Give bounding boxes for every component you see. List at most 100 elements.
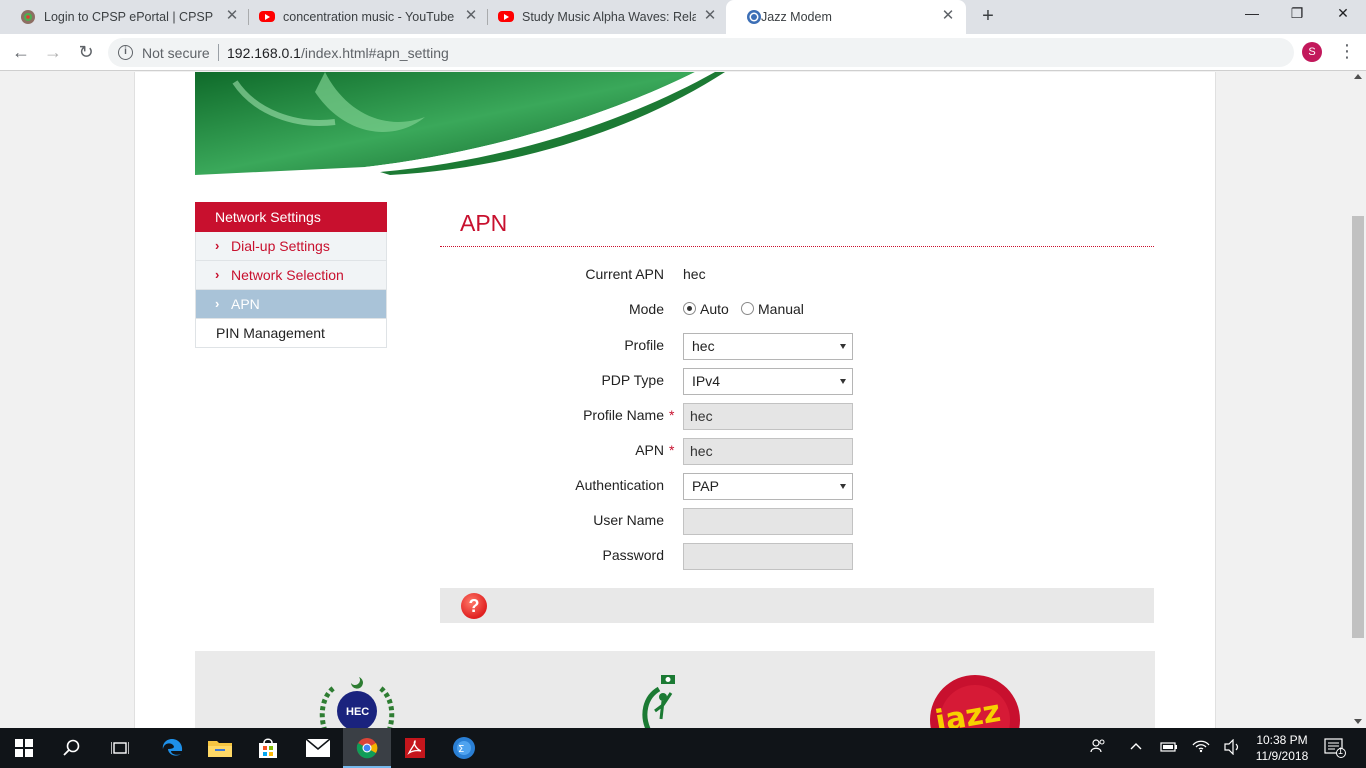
partner-logos-footer: HEC jazz [195, 651, 1155, 728]
close-tab-icon[interactable]: ✕ [702, 8, 718, 24]
chevron-up-icon[interactable] [1129, 739, 1143, 756]
sidebar-item-label: APN [231, 296, 260, 312]
tab-title: concentration music - YouTube [283, 10, 455, 24]
browser-menu-icon[interactable]: ⋮ [1338, 41, 1356, 62]
username-label: User Name [593, 512, 664, 528]
url-path: /index.html#apn_setting [300, 45, 449, 61]
people-icon[interactable] [1090, 738, 1106, 757]
mode-label: Mode [628, 301, 664, 317]
close-tab-icon[interactable]: ✕ [463, 8, 479, 24]
mode-auto-radio[interactable] [683, 302, 696, 315]
system-clock[interactable]: 10:38 PM 11/9/2018 [1254, 732, 1310, 764]
windows-start-icon[interactable] [0, 728, 48, 768]
close-window-icon[interactable]: ✕ [1331, 5, 1355, 25]
mode-row: Mode Auto Manual [440, 296, 1000, 324]
pdp-type-select[interactable]: IPv4 [683, 368, 853, 395]
sidebar-item-network-selection[interactable]: › Network Selection [195, 261, 387, 290]
page-title: APN [460, 210, 508, 236]
tab-youtube-1[interactable]: concentration music - YouTube ✕ [239, 0, 487, 34]
globe-favicon-icon [747, 10, 761, 24]
jazz-logo: jazz [930, 675, 1020, 728]
profile-name-label: Profile Name [583, 407, 664, 423]
profile-select[interactable]: hec [683, 333, 853, 360]
reload-icon[interactable]: ↻ [76, 42, 96, 62]
title-divider [440, 246, 1154, 247]
wifi-icon[interactable] [1192, 739, 1210, 756]
required-asterisk: * [669, 442, 675, 458]
address-divider [218, 44, 219, 61]
sidebar-item-apn[interactable]: › APN [195, 290, 387, 319]
router-page: Network Settings › Dial-up Settings › Ne… [134, 72, 1216, 728]
tab-title: Study Music Alpha Waves: Relaxi [522, 10, 696, 24]
info-icon[interactable]: i [118, 45, 133, 60]
apn-field[interactable]: hec [683, 438, 853, 465]
task-view-icon[interactable] [96, 728, 144, 768]
mode-manual-label[interactable]: Manual [758, 301, 804, 317]
notification-center-icon[interactable]: 1 [1324, 738, 1346, 761]
restore-icon[interactable]: ❐ [1285, 5, 1309, 25]
pdp-type-row: PDP Type IPv4 [440, 368, 1000, 396]
back-arrow-icon[interactable]: ← [11, 42, 31, 62]
page-viewport: Network Settings › Dial-up Settings › Ne… [0, 72, 1350, 728]
youtube-icon [498, 11, 514, 22]
clock-time: 10:38 PM [1256, 733, 1308, 747]
help-bar: ? [440, 588, 1154, 623]
url-text[interactable]: 192.168.0.1/index.html#apn_setting [227, 45, 449, 61]
sidebar-item-pin-management[interactable]: PIN Management [195, 319, 387, 348]
scroll-thumb[interactable] [1352, 216, 1364, 638]
pdp-type-label: PDP Type [601, 372, 664, 388]
url-host: 192.168.0.1 [227, 45, 301, 61]
hec-logo: HEC [319, 677, 395, 728]
help-icon[interactable]: ? [461, 593, 487, 619]
dropdown-arrow-icon [840, 484, 846, 489]
speaker-icon[interactable] [1224, 738, 1242, 758]
authentication-row: Authentication PAP [440, 473, 1000, 501]
sidebar-item-dialup-settings[interactable]: › Dial-up Settings [195, 232, 387, 261]
acrobat-icon[interactable] [391, 728, 439, 768]
tab-cpsp[interactable]: Login to CPSP ePortal | CPSP ✕ [0, 0, 248, 34]
close-tab-icon[interactable]: ✕ [940, 8, 956, 24]
forward-arrow-icon[interactable]: → [43, 42, 63, 62]
battery-icon[interactable] [1160, 740, 1178, 756]
browser-tab-strip: Login to CPSP ePortal | CPSP ✕ concentra… [0, 0, 1366, 34]
security-label[interactable]: Not secure [142, 45, 210, 61]
profile-select-value: hec [692, 338, 715, 354]
username-field[interactable] [683, 508, 853, 535]
new-tab-button[interactable]: + [978, 6, 998, 26]
close-tab-icon[interactable]: ✕ [224, 8, 240, 24]
pakistan-youth-logo [642, 675, 675, 728]
profile-name-field[interactable]: hec [683, 403, 853, 430]
address-bar[interactable]: i Not secure 192.168.0.1/index.html#apn_… [108, 38, 1294, 67]
profile-avatar[interactable]: S [1302, 42, 1322, 62]
tab-jazz-modem[interactable]: Jazz Modem ✕ [726, 0, 966, 34]
tab-youtube-2[interactable]: Study Music Alpha Waves: Relaxi ✕ [478, 0, 726, 34]
mode-auto-label[interactable]: Auto [700, 301, 729, 317]
profile-row: Profile hec [440, 333, 1000, 361]
sidebar-item-label: Dial-up Settings [231, 238, 330, 254]
mail-icon[interactable] [294, 728, 342, 768]
sidebar-item-network-settings[interactable]: Network Settings [195, 202, 387, 232]
password-field[interactable] [683, 543, 853, 570]
minimize-icon[interactable]: — [1240, 5, 1264, 25]
store-icon[interactable] [244, 728, 292, 768]
authentication-select[interactable]: PAP [683, 473, 853, 500]
chrome-icon[interactable] [343, 728, 391, 768]
app-circle-icon[interactable]: Σ [440, 728, 488, 768]
current-apn-row: Current APN hec [440, 261, 1000, 289]
svg-text:Σ: Σ [458, 744, 464, 755]
edge-browser-icon[interactable] [148, 728, 196, 768]
clock-date: 11/9/2018 [1255, 749, 1309, 763]
scroll-up-arrow-icon[interactable] [1354, 74, 1362, 79]
password-label: Password [602, 547, 664, 563]
mode-manual-radio[interactable] [741, 302, 754, 315]
search-icon[interactable] [48, 728, 96, 768]
required-asterisk: * [669, 407, 675, 423]
hec-logo-text: HEC [346, 706, 369, 718]
browser-toolbar: ← → ↻ i Not secure 192.168.0.1/index.htm… [0, 34, 1366, 71]
scroll-down-arrow-icon[interactable] [1354, 719, 1362, 724]
windows-taskbar: Σ 10:38 PM 11/9/2018 1 [0, 728, 1366, 768]
file-explorer-icon[interactable] [196, 728, 244, 768]
youtube-icon [259, 11, 275, 22]
cpsp-favicon-icon [21, 10, 35, 24]
page-scrollbar[interactable] [1350, 72, 1366, 728]
